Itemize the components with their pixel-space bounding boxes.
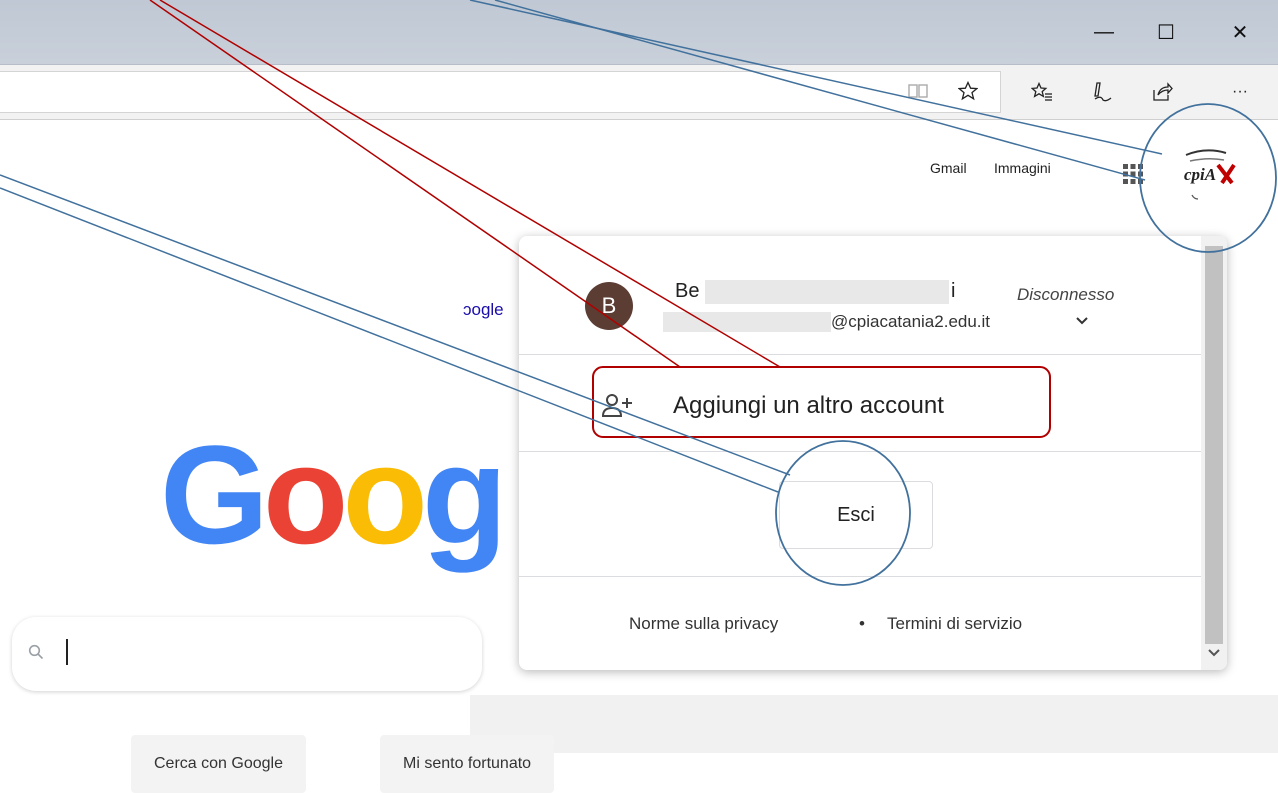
account-status: Disconnesso — [1017, 285, 1115, 304]
search-input[interactable] — [56, 635, 460, 673]
browser-title-bar: — ☐ ✕ — [0, 0, 1278, 65]
logo-letter: o — [342, 416, 427, 573]
account-name-prefix: Be — [675, 280, 700, 302]
sign-out-label: Esci — [837, 503, 875, 526]
add-account-item[interactable]: Aggiungi un altro account — [519, 368, 1201, 444]
search-icon — [28, 644, 44, 665]
reading-view-icon[interactable] — [900, 74, 936, 108]
partial-link-text[interactable]: ɔogle — [463, 300, 504, 320]
account-email: @cpiacatania2.edu.it — [831, 312, 991, 331]
close-icon: ✕ — [1231, 21, 1249, 44]
text-cursor — [66, 639, 68, 665]
apps-grid-icon[interactable] — [1122, 163, 1144, 190]
add-person-icon — [601, 392, 635, 425]
sign-out-button[interactable]: Esci — [779, 481, 933, 549]
popup-divider-middle — [519, 451, 1201, 452]
account-initial-avatar: B — [585, 282, 633, 330]
browser-toolbar: ··· — [0, 65, 1278, 120]
footer-separator: • — [859, 614, 865, 633]
feeling-lucky-button[interactable]: Mi sento fortunato — [380, 735, 555, 793]
avatar-initial: B — [601, 293, 617, 318]
add-account-label: Aggiungi un altro account — [673, 392, 944, 419]
scroll-down-icon[interactable] — [1207, 646, 1221, 664]
minimize-button[interactable]: — — [1076, 12, 1132, 52]
terms-link[interactable]: Termini di servizio — [887, 614, 1022, 634]
more-options-icon[interactable]: ··· — [1222, 75, 1258, 109]
feeling-lucky-button-label: Mi sento fortunato — [403, 755, 532, 772]
redacted-name — [705, 280, 949, 304]
account-name-suffix: i — [951, 280, 956, 302]
web-note-pen-icon[interactable] — [1084, 75, 1120, 109]
avatar-logo-text: cpiA — [1184, 165, 1217, 184]
maximize-button[interactable]: ☐ — [1138, 12, 1194, 52]
favorites-hub-icon[interactable] — [1024, 75, 1060, 109]
popup-scrollbar[interactable] — [1201, 236, 1227, 670]
minimize-icon: — — [1094, 20, 1114, 43]
logo-letter: o — [262, 416, 348, 573]
google-search-button[interactable]: Cerca con Google — [131, 735, 306, 793]
google-logo-text: Goog — [160, 416, 507, 573]
search-box[interactable] — [12, 617, 482, 691]
popup-divider-bottom — [519, 576, 1201, 577]
popup-divider-top — [519, 354, 1201, 355]
logo-letter: g — [421, 416, 507, 573]
scrollbar-thumb[interactable] — [1205, 246, 1223, 644]
privacy-link[interactable]: Norme sulla privacy — [629, 614, 778, 634]
account-popup: B Be i Disconnesso @cpiacatania2.edu.it … — [519, 236, 1227, 670]
logo-letter: G — [160, 416, 269, 573]
google-search-button-label: Cerca con Google — [154, 755, 283, 772]
redacted-email — [663, 312, 831, 332]
share-icon[interactable] — [1144, 75, 1180, 109]
address-bar[interactable] — [0, 71, 1001, 113]
maximize-icon: ☐ — [1157, 21, 1175, 44]
images-link[interactable]: Immagini — [994, 160, 1051, 176]
page-gray-band — [470, 695, 1278, 753]
account-avatar-button[interactable]: cpiA — [1178, 147, 1242, 203]
gmail-link[interactable]: Gmail — [930, 160, 967, 176]
favorite-star-icon[interactable] — [950, 74, 986, 108]
chevron-down-icon[interactable] — [1075, 314, 1089, 332]
close-window-button[interactable]: ✕ — [1212, 12, 1268, 52]
google-logo: Goog — [160, 425, 507, 565]
